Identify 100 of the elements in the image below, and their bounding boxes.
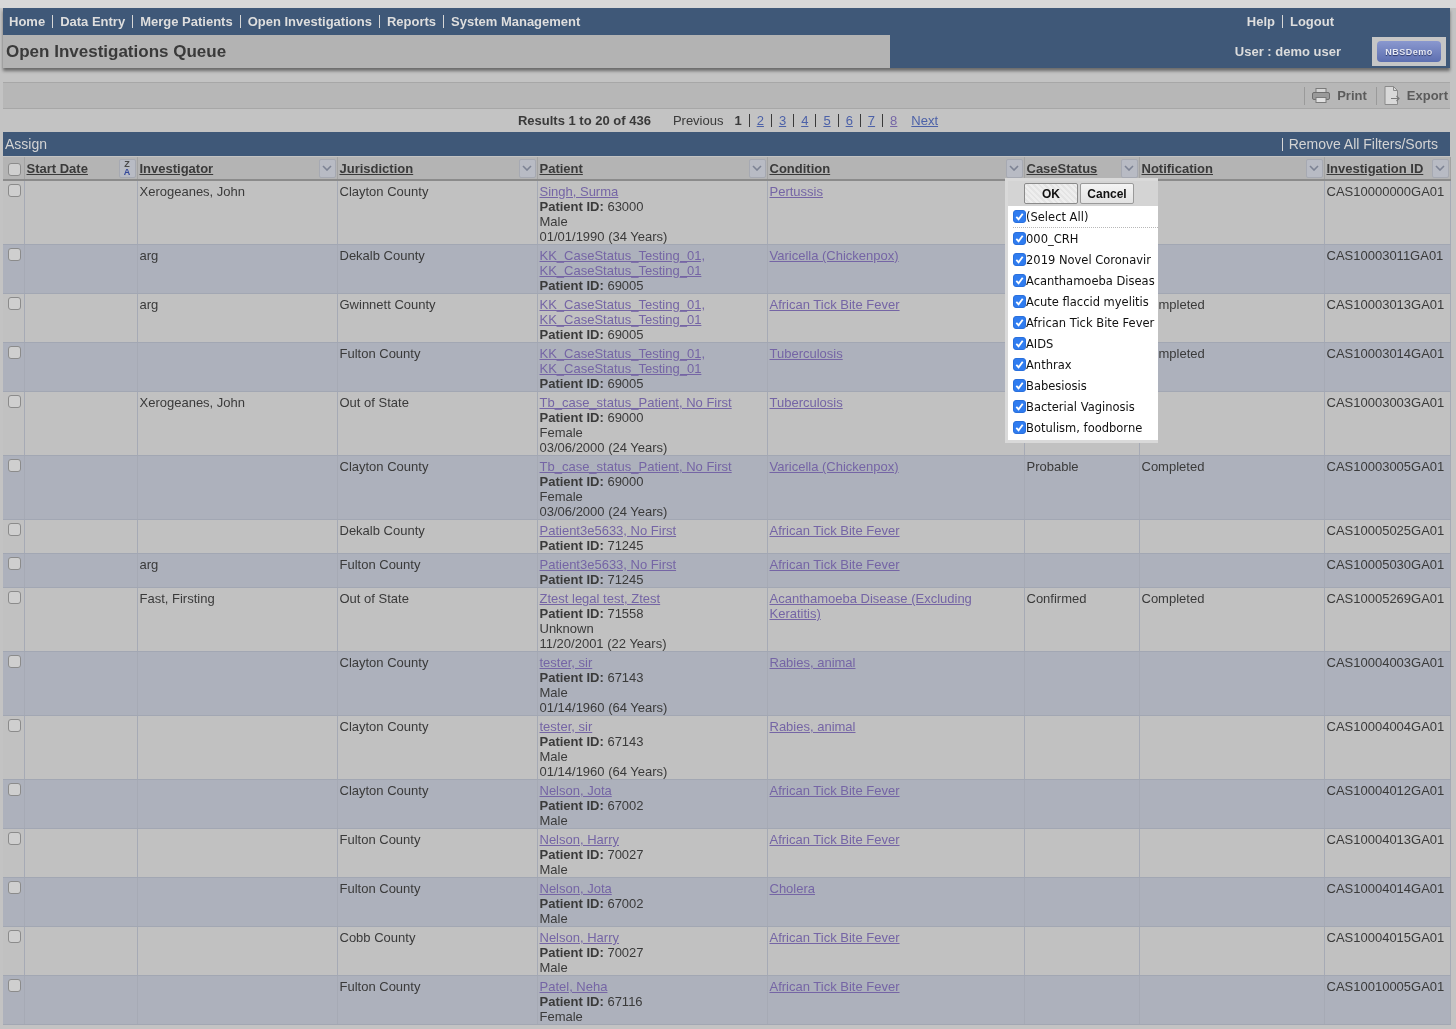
filter-button[interactable] xyxy=(1005,158,1023,178)
checkbox[interactable] xyxy=(1013,295,1026,308)
row-checkbox[interactable] xyxy=(8,459,21,472)
document-export-icon[interactable] xyxy=(1383,86,1400,105)
filter-button[interactable] xyxy=(518,158,536,178)
ok-button[interactable]: OK xyxy=(1024,183,1078,204)
patient-link[interactable]: Tb_case_status_Patient, No First xyxy=(539,395,732,410)
checkbox[interactable] xyxy=(1013,358,1026,371)
row-checkbox[interactable] xyxy=(8,346,21,359)
condition-link[interactable]: African Tick Bite Fever xyxy=(769,930,900,945)
patient-link[interactable]: tester, sir xyxy=(539,655,593,670)
filter-option[interactable]: Babesiosis xyxy=(1026,378,1087,393)
condition-link[interactable]: Varicella (Chickenpox) xyxy=(769,248,899,263)
printer-icon[interactable] xyxy=(1312,88,1331,103)
checkbox[interactable] xyxy=(1013,421,1026,434)
toolbar-link[interactable]: Export xyxy=(1406,88,1448,103)
checkbox[interactable] xyxy=(1013,379,1026,392)
row-checkbox[interactable] xyxy=(8,297,21,310)
condition-link[interactable]: Tuberculosis xyxy=(769,346,843,361)
patient-link[interactable]: Nelson, Harry xyxy=(539,930,619,945)
filter-option[interactable]: Acute flaccid myelitis xyxy=(1026,294,1149,309)
checkbox[interactable] xyxy=(1013,232,1026,245)
condition-link[interactable]: Acanthamoeba Disease (Excluding Keratitis) xyxy=(769,591,1022,621)
page-link[interactable]: 4 xyxy=(801,113,809,128)
checkbox[interactable] xyxy=(1013,400,1026,413)
patient-link[interactable]: Nelson, Jota xyxy=(539,881,612,896)
page-link[interactable]: 6 xyxy=(845,113,853,128)
checkbox[interactable] xyxy=(1013,210,1026,223)
condition-link[interactable]: African Tick Bite Fever xyxy=(769,832,900,847)
page-link[interactable]: 2 xyxy=(756,113,764,128)
row-checkbox[interactable] xyxy=(8,248,21,261)
column-header[interactable]: Start Date xyxy=(26,160,88,176)
filter-option[interactable]: 2019 Novel Coronavir xyxy=(1026,252,1151,267)
page-link[interactable]: 3 xyxy=(778,113,787,128)
page-link[interactable]: 5 xyxy=(823,113,831,128)
nav-link[interactable]: Home xyxy=(9,14,46,29)
nav-link[interactable]: Logout xyxy=(1289,14,1334,29)
column-header[interactable]: Patient xyxy=(539,160,583,176)
page-link[interactable]: 8 xyxy=(890,113,898,128)
filter-option[interactable]: (Select All) xyxy=(1026,209,1089,224)
nav-link[interactable]: Help xyxy=(1246,14,1275,29)
remove-filters-link[interactable]: Remove All Filters/Sorts xyxy=(1288,136,1438,152)
filter-option[interactable]: AIDS xyxy=(1026,336,1054,351)
patient-link[interactable]: tester, sir xyxy=(539,719,593,734)
row-checkbox[interactable] xyxy=(8,184,21,197)
toolbar-link[interactable]: Print xyxy=(1337,88,1367,103)
checkbox[interactable] xyxy=(1013,337,1026,350)
checkbox[interactable] xyxy=(1013,316,1026,329)
filter-button[interactable] xyxy=(1305,158,1323,178)
row-checkbox[interactable] xyxy=(8,979,21,992)
condition-link[interactable]: Varicella (Chickenpox) xyxy=(769,459,899,474)
filter-option[interactable]: 000_CRH xyxy=(1026,231,1079,246)
row-checkbox[interactable] xyxy=(8,930,21,943)
next-link[interactable]: Next xyxy=(911,113,939,128)
row-checkbox[interactable] xyxy=(8,523,21,536)
condition-link[interactable]: Tuberculosis xyxy=(769,395,843,410)
condition-link[interactable]: Rabies, animal xyxy=(769,719,856,734)
filter-button[interactable] xyxy=(748,158,766,178)
nav-link[interactable]: Reports xyxy=(386,14,436,29)
filter-button[interactable] xyxy=(1120,158,1138,178)
row-checkbox[interactable] xyxy=(8,783,21,796)
condition-link[interactable]: African Tick Bite Fever xyxy=(769,523,900,538)
condition-link[interactable]: Rabies, animal xyxy=(769,655,856,670)
column-header[interactable]: Condition xyxy=(769,160,831,176)
filter-option[interactable]: African Tick Bite Fever xyxy=(1026,315,1155,330)
condition-link[interactable]: African Tick Bite Fever xyxy=(769,979,900,994)
row-checkbox[interactable] xyxy=(8,557,21,570)
cancel-button[interactable]: Cancel xyxy=(1080,183,1134,204)
patient-link[interactable]: KK_CaseStatus_Testing_01, KK_CaseStatus_Testing_01 xyxy=(539,346,765,376)
filter-option[interactable]: Bacterial Vaginosis xyxy=(1026,399,1135,414)
condition-link[interactable]: African Tick Bite Fever xyxy=(769,783,900,798)
nav-link[interactable]: Open Investigations xyxy=(247,14,372,29)
row-checkbox[interactable] xyxy=(8,591,21,604)
row-checkbox[interactable] xyxy=(8,719,21,732)
checkbox[interactable] xyxy=(1013,253,1026,266)
patient-link[interactable]: Tb_case_status_Patient, No First xyxy=(539,459,732,474)
filter-option[interactable]: Acanthamoeba Diseas xyxy=(1026,273,1155,288)
patient-link[interactable]: Nelson, Jota xyxy=(539,783,612,798)
patient-link[interactable]: KK_CaseStatus_Testing_01, KK_CaseStatus_Testing_01 xyxy=(539,297,765,327)
sort-button[interactable]: Z A xyxy=(118,158,136,178)
patient-link[interactable]: Patient3e5633, No First xyxy=(539,523,677,538)
patient-link[interactable]: Patel, Neha xyxy=(539,979,608,994)
condition-link[interactable]: African Tick Bite Fever xyxy=(769,297,900,312)
nav-link[interactable]: Merge Patients xyxy=(140,14,233,29)
row-checkbox[interactable] xyxy=(8,881,21,894)
patient-link[interactable]: Ztest legal test, Ztest xyxy=(539,591,661,606)
nav-link[interactable]: Data Entry xyxy=(60,14,126,29)
filter-button[interactable] xyxy=(318,158,336,178)
page-link[interactable]: 7 xyxy=(867,113,876,128)
nav-link[interactable]: System Management xyxy=(451,14,581,29)
select-all-checkbox[interactable] xyxy=(8,163,21,176)
condition-link[interactable]: Pertussis xyxy=(769,184,823,199)
patient-link[interactable]: KK_CaseStatus_Testing_01, KK_CaseStatus_Testing_01 xyxy=(539,248,765,278)
patient-link[interactable]: Singh, Surma xyxy=(539,184,619,199)
row-checkbox[interactable] xyxy=(8,832,21,845)
patient-link[interactable]: Patient3e5633, No First xyxy=(539,557,677,572)
condition-link[interactable]: Cholera xyxy=(769,881,816,896)
checkbox[interactable] xyxy=(1013,274,1026,287)
assign-link[interactable]: Assign xyxy=(5,136,48,152)
row-checkbox[interactable] xyxy=(8,395,21,408)
